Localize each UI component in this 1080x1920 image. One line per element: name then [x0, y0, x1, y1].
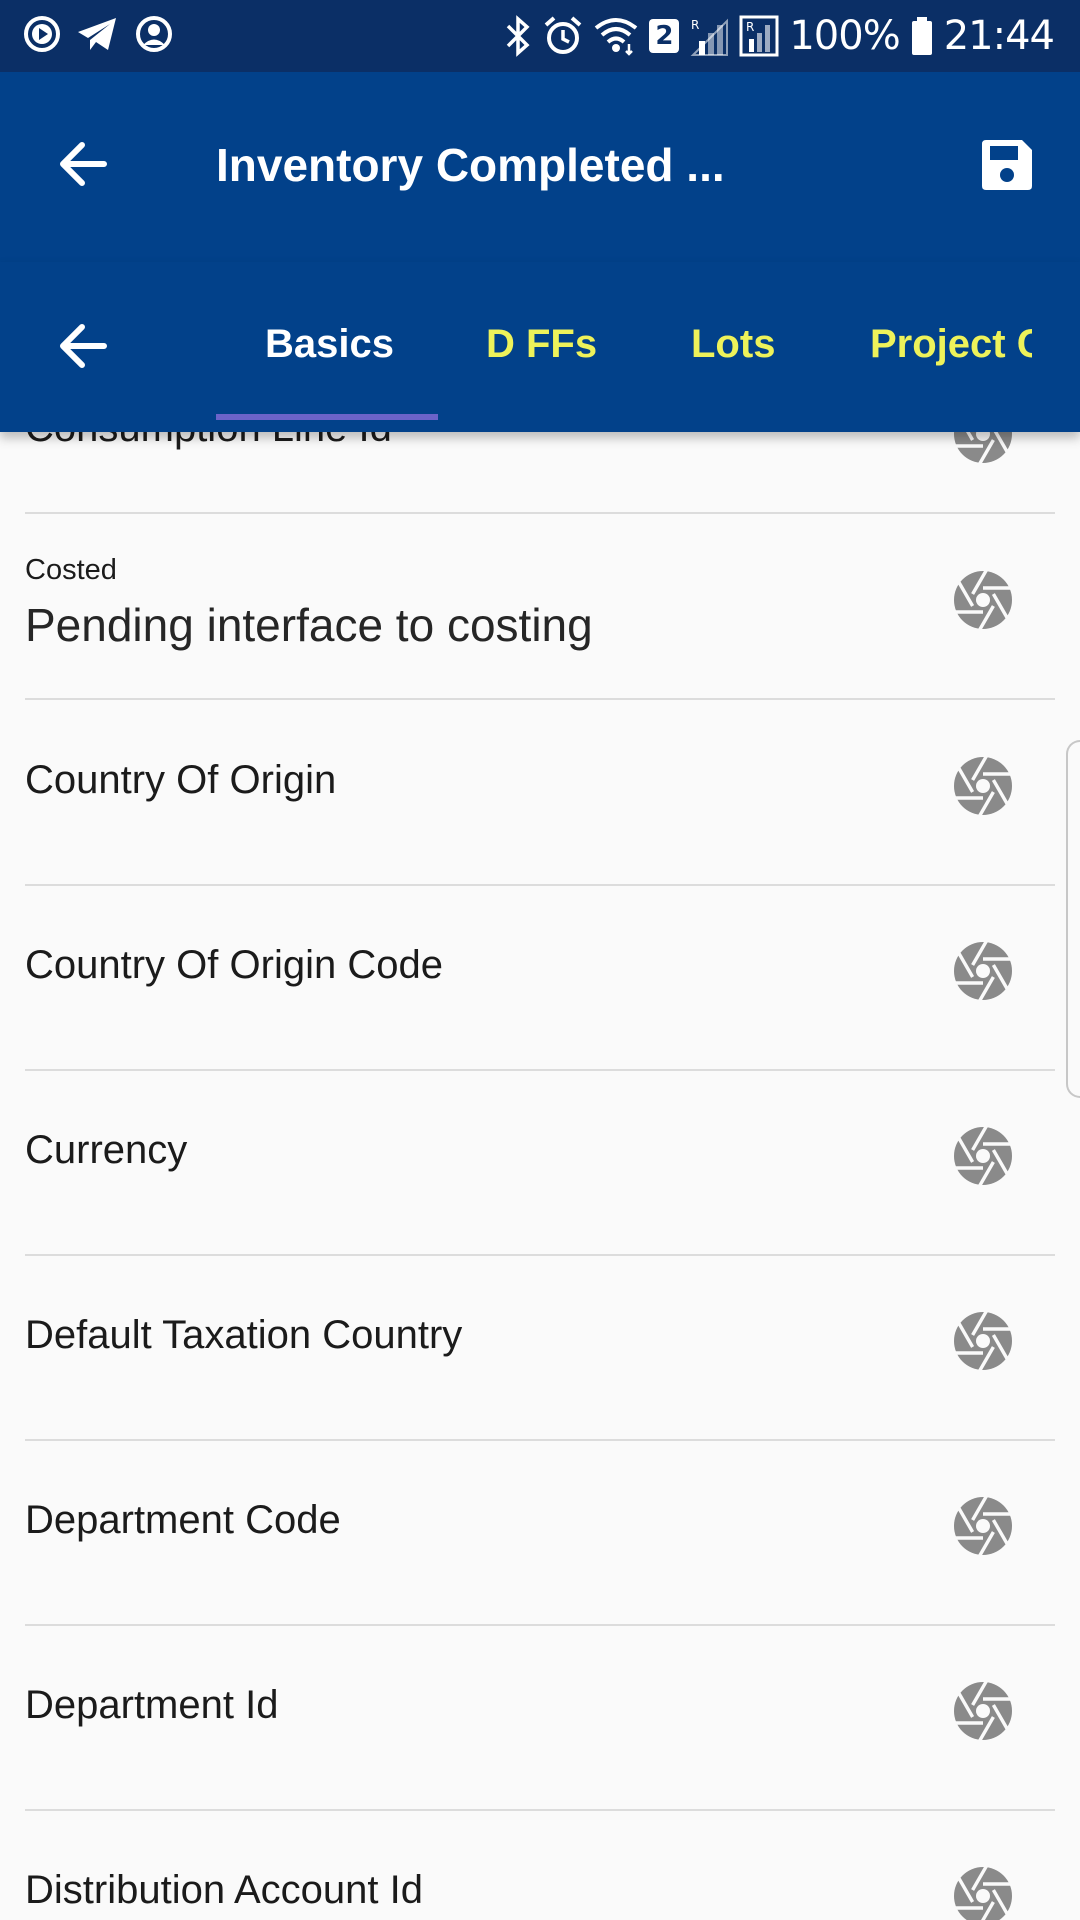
fast-scroll-handle[interactable] — [1066, 740, 1080, 1098]
divider — [25, 1624, 1055, 1626]
arrow-left-icon — [52, 324, 116, 382]
tab-bar: Basics D FFs Lots Project C — [0, 262, 1080, 432]
wifi-icon — [593, 16, 639, 56]
camera-aperture-icon[interactable] — [953, 1126, 1013, 1186]
app-bar: Inventory Completed ... — [0, 72, 1080, 262]
field-list: Consumption Line Id Costed Pending inter… — [0, 432, 1080, 1920]
divider — [25, 1439, 1055, 1441]
divider — [25, 1069, 1055, 1071]
field-label: Currency — [25, 1128, 188, 1172]
sim-signal-icon: R — [689, 15, 729, 57]
divider — [25, 884, 1055, 886]
camera-aperture-icon[interactable] — [953, 432, 1013, 464]
svg-text:R: R — [691, 18, 699, 32]
bluetooth-icon — [503, 15, 533, 57]
camera-aperture-icon[interactable] — [953, 941, 1013, 1001]
sim-badge-label: 2 — [649, 19, 680, 53]
field-label: Country Of Origin Code — [25, 943, 443, 987]
field-label: Consumption Line Id — [25, 432, 392, 451]
floppy-disk-icon — [978, 140, 1036, 198]
tab-dffs[interactable]: D FFs — [486, 322, 597, 367]
field-label: Department Id — [25, 1683, 279, 1727]
save-button[interactable] — [978, 136, 1036, 194]
clock: 21:44 — [943, 13, 1055, 59]
camera-aperture-icon[interactable] — [953, 570, 1013, 630]
back-button[interactable] — [52, 132, 116, 196]
divider — [25, 1809, 1055, 1811]
tab-project[interactable]: Project C — [870, 322, 1032, 367]
status-bar: 2 R R 100% 21:44 — [0, 0, 1080, 72]
camera-aperture-icon[interactable] — [953, 1681, 1013, 1741]
divider — [25, 1254, 1055, 1256]
tab-strip: Basics D FFs Lots Project C — [216, 262, 1032, 432]
field-label: Default Taxation Country — [25, 1313, 463, 1357]
sim-badge: 2 — [649, 19, 680, 53]
field-value: Pending interface to costing — [25, 599, 593, 651]
alarm-icon — [543, 15, 583, 57]
account-icon — [134, 14, 174, 54]
camera-aperture-icon[interactable] — [953, 756, 1013, 816]
battery-icon — [910, 15, 934, 57]
divider — [25, 698, 1055, 700]
roaming-signal-icon: R — [739, 15, 779, 57]
divider — [25, 512, 1055, 514]
tab-indicator — [216, 414, 438, 420]
field-label: Distribution Account Id — [25, 1868, 423, 1912]
telegram-icon — [76, 14, 120, 54]
svg-text:R: R — [746, 20, 754, 34]
field-label: Costed — [25, 554, 117, 586]
field-label: Department Code — [25, 1498, 341, 1542]
tab-basics[interactable]: Basics — [265, 322, 394, 367]
page-title: Inventory Completed ... — [216, 139, 725, 191]
tab-back-button[interactable] — [52, 314, 116, 378]
camera-aperture-icon[interactable] — [953, 1866, 1013, 1920]
camera-aperture-icon[interactable] — [953, 1311, 1013, 1371]
camera-aperture-icon[interactable] — [953, 1496, 1013, 1556]
field-label: Country Of Origin — [25, 758, 337, 802]
tab-lots[interactable]: Lots — [691, 322, 775, 367]
media-play-icon — [22, 14, 62, 54]
battery-percent: 100% — [789, 13, 900, 59]
arrow-left-icon — [52, 142, 116, 200]
